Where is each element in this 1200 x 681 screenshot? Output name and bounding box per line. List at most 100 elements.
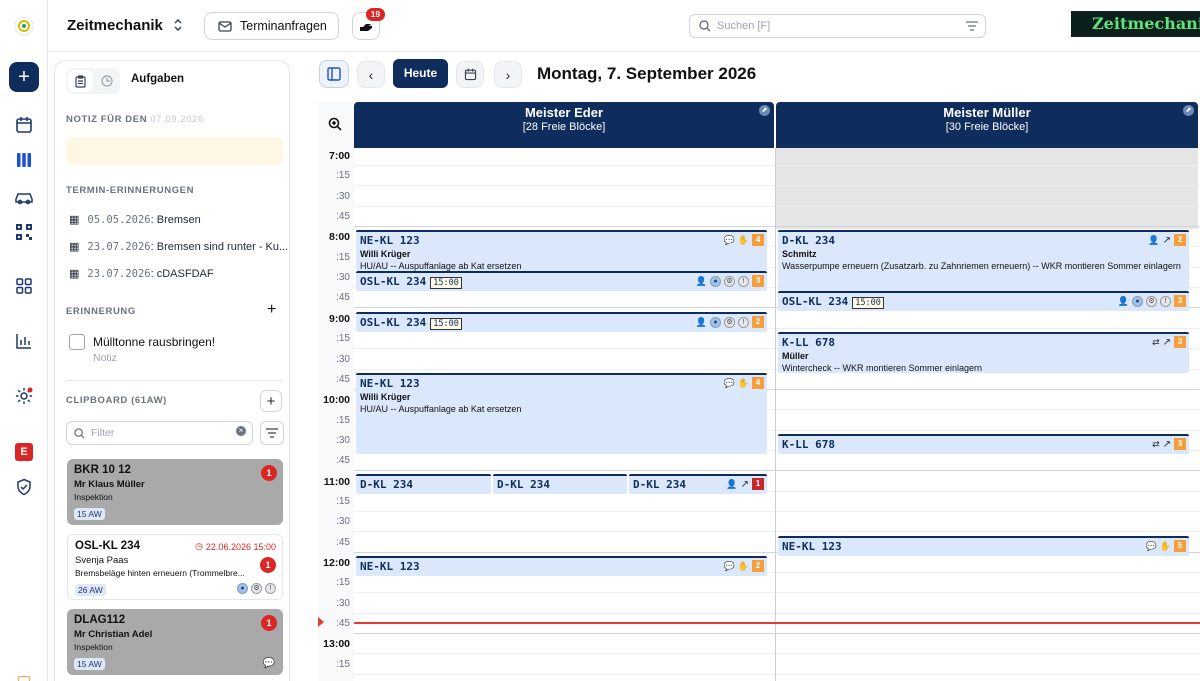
calendar-icon: ▦ bbox=[69, 214, 80, 226]
event-card[interactable]: D-KL 234 👤 ↗ 1 bbox=[629, 474, 767, 494]
car-swap-icon: ⇄ bbox=[1152, 336, 1160, 347]
column-free-blocks: [30 Freie Blöcke] bbox=[945, 121, 1029, 133]
notification-badge: 19 bbox=[366, 8, 385, 21]
columns-icon[interactable] bbox=[9, 145, 39, 175]
chevron-left-icon: ‹ bbox=[368, 66, 374, 83]
share-icon: ↗ bbox=[1162, 234, 1171, 246]
card-count-badge: 1 bbox=[260, 557, 276, 573]
card-count-badge: 1 bbox=[261, 615, 277, 631]
event-tag: 3 bbox=[752, 275, 764, 287]
shield-icon[interactable] bbox=[9, 472, 39, 502]
time-gutter bbox=[318, 102, 354, 681]
add-clipboard-button[interactable]: + bbox=[260, 390, 282, 412]
hand-icon bbox=[360, 24, 372, 31]
time-label: :45 bbox=[336, 292, 350, 304]
info-icon[interactable]: ⬈ bbox=[759, 105, 770, 116]
prev-day-button[interactable]: ‹ bbox=[357, 61, 385, 88]
column-header-eder[interactable]: Meister Eder [28 Freie Blöcke] ⬈ bbox=[354, 102, 774, 148]
grid-line bbox=[354, 165, 1200, 166]
grid-line bbox=[354, 185, 1200, 187]
event-card[interactable]: NE-KL 123 💬 ✋ 2 bbox=[356, 556, 767, 576]
grid-icon[interactable] bbox=[9, 271, 39, 301]
grid-line bbox=[354, 205, 1200, 207]
event-plate: D-KL 234 bbox=[633, 478, 686, 491]
blocked-time bbox=[776, 148, 1198, 229]
column-free-blocks: [28 Freie Blöcke] bbox=[522, 121, 606, 133]
event-card[interactable]: OSL-KL 234 15:00 👤 ● ⚙! 2 bbox=[356, 312, 767, 332]
person-icon: 👤 bbox=[695, 275, 707, 286]
reminder-item[interactable]: ▦ 05.05.2026: Bremsen bbox=[69, 213, 201, 227]
grid-line bbox=[354, 510, 1200, 512]
zoom-icon[interactable] bbox=[328, 117, 342, 134]
event-plate: K-LL 678 bbox=[782, 336, 835, 349]
filter-placeholder: Filter bbox=[91, 427, 115, 439]
date-picker-button[interactable] bbox=[456, 61, 484, 88]
tab-tasks[interactable] bbox=[68, 70, 93, 92]
event-tag: 4 bbox=[752, 234, 764, 246]
info-icon[interactable]: ⬈ bbox=[1183, 105, 1194, 116]
comment-icon: 💬 bbox=[723, 560, 735, 571]
add-icon[interactable]: + bbox=[9, 62, 39, 92]
event-card[interactable]: D-KL 234 bbox=[493, 474, 627, 494]
filter-icon[interactable] bbox=[966, 21, 978, 31]
qr-icon[interactable] bbox=[9, 217, 39, 247]
clipboard-card[interactable]: DLAG112 Mr Christian Adel Inspektion 15 … bbox=[67, 609, 283, 675]
e-badge-label: E bbox=[15, 443, 33, 461]
event-plate: NE-KL 123 bbox=[360, 377, 420, 390]
grid-line bbox=[354, 653, 1200, 655]
clipboard-card[interactable]: BKR 10 12 Mr Klaus Müller Inspektion 15 … bbox=[67, 459, 283, 525]
add-reminder-button[interactable]: + bbox=[267, 301, 276, 319]
app-logo-icon[interactable] bbox=[9, 11, 39, 41]
e-badge-icon[interactable]: E bbox=[9, 437, 39, 467]
time-label: 8:00 bbox=[328, 231, 350, 244]
next-day-button[interactable]: › bbox=[494, 61, 522, 88]
event-plate: K-LL 678 bbox=[782, 438, 835, 451]
toggle-sidebar-button[interactable] bbox=[319, 60, 349, 88]
event-tag: 5 bbox=[1174, 540, 1186, 552]
hand-icon: ✋ bbox=[737, 377, 749, 388]
task-checkbox[interactable] bbox=[69, 334, 85, 350]
event-card[interactable]: D-KL 234 bbox=[356, 474, 491, 494]
tab-history[interactable] bbox=[95, 70, 119, 92]
event-title: OSL-KL 234 15:00 bbox=[782, 295, 884, 309]
note-field[interactable] bbox=[66, 137, 283, 165]
note-title-text: NOTIZ FÜR DEN bbox=[66, 114, 148, 125]
alarm-icon: ◷ bbox=[195, 541, 203, 551]
mechanic-icon: ● bbox=[1132, 295, 1143, 307]
bottom-rail-icon[interactable] bbox=[18, 676, 30, 681]
clipboard-card[interactable]: OSL-KL 234 Svenja Paas Bremsbeläge hinte… bbox=[67, 534, 283, 600]
time-label: :45 bbox=[336, 455, 350, 467]
event-card[interactable]: NE-KL 123 Willi Krüger HU/AU -- Auspuffa… bbox=[356, 230, 767, 271]
event-title: OSL-KL 234 15:00 bbox=[360, 275, 462, 289]
event-card[interactable]: K-LL 678 ⇄ ↗ 3 bbox=[778, 434, 1189, 454]
event-plate: NE-KL 123 bbox=[360, 234, 420, 247]
event-card[interactable]: OSL-KL 234 15:00 👤 ● ⚙! 3 bbox=[778, 291, 1189, 311]
chart-icon[interactable] bbox=[9, 326, 39, 356]
event-tag: 3 bbox=[1174, 336, 1186, 348]
card-plate: BKR 10 12 bbox=[74, 464, 131, 476]
event-icons: 💬 ✋ 2 bbox=[724, 560, 764, 572]
car-icon[interactable] bbox=[9, 182, 39, 212]
event-card[interactable]: NE-KL 123 💬 ✋ 5 bbox=[778, 536, 1189, 556]
clear-icon[interactable]: × bbox=[236, 426, 246, 436]
today-button[interactable]: Heute bbox=[393, 59, 448, 88]
warning-icon: ! bbox=[1160, 295, 1171, 307]
event-icons: 💬 ✋ 4 bbox=[724, 234, 764, 246]
event-card[interactable]: NE-KL 123 Willi Krüger HU/AU -- Auspuffa… bbox=[356, 373, 767, 454]
event-card[interactable]: OSL-KL 234 15:00 👤 ● ⚙! 3 bbox=[356, 271, 767, 291]
filter-input[interactable]: Filter × bbox=[66, 421, 253, 445]
event-card[interactable]: D-KL 234 Schmitz Wasserpumpe erneuern (Z… bbox=[778, 230, 1189, 291]
event-tag: 2 bbox=[752, 560, 764, 572]
workspace-switch-icon[interactable] bbox=[172, 16, 184, 37]
reminder-item[interactable]: ▦ 23.07.2026: Bremsen sind runter - Ku... bbox=[69, 240, 288, 254]
person-icon: ● bbox=[237, 583, 248, 594]
reminder-item[interactable]: ▦ 23.07.2026: cDASFDAF bbox=[69, 267, 214, 281]
settings-icon[interactable] bbox=[9, 381, 39, 411]
terminanfragen-button[interactable]: Terminanfragen bbox=[204, 12, 339, 40]
search-input[interactable]: Suchen [F] bbox=[689, 14, 986, 38]
event-card[interactable]: K-LL 678 Müller Wintercheck -- WKR monti… bbox=[778, 332, 1189, 373]
column-header-mueller[interactable]: Meister Müller [30 Freie Blöcke] ⬈ bbox=[776, 102, 1198, 148]
event-time: 15:00 bbox=[430, 318, 462, 330]
filter-settings-button[interactable] bbox=[260, 421, 284, 445]
calendar-icon[interactable] bbox=[9, 110, 39, 140]
